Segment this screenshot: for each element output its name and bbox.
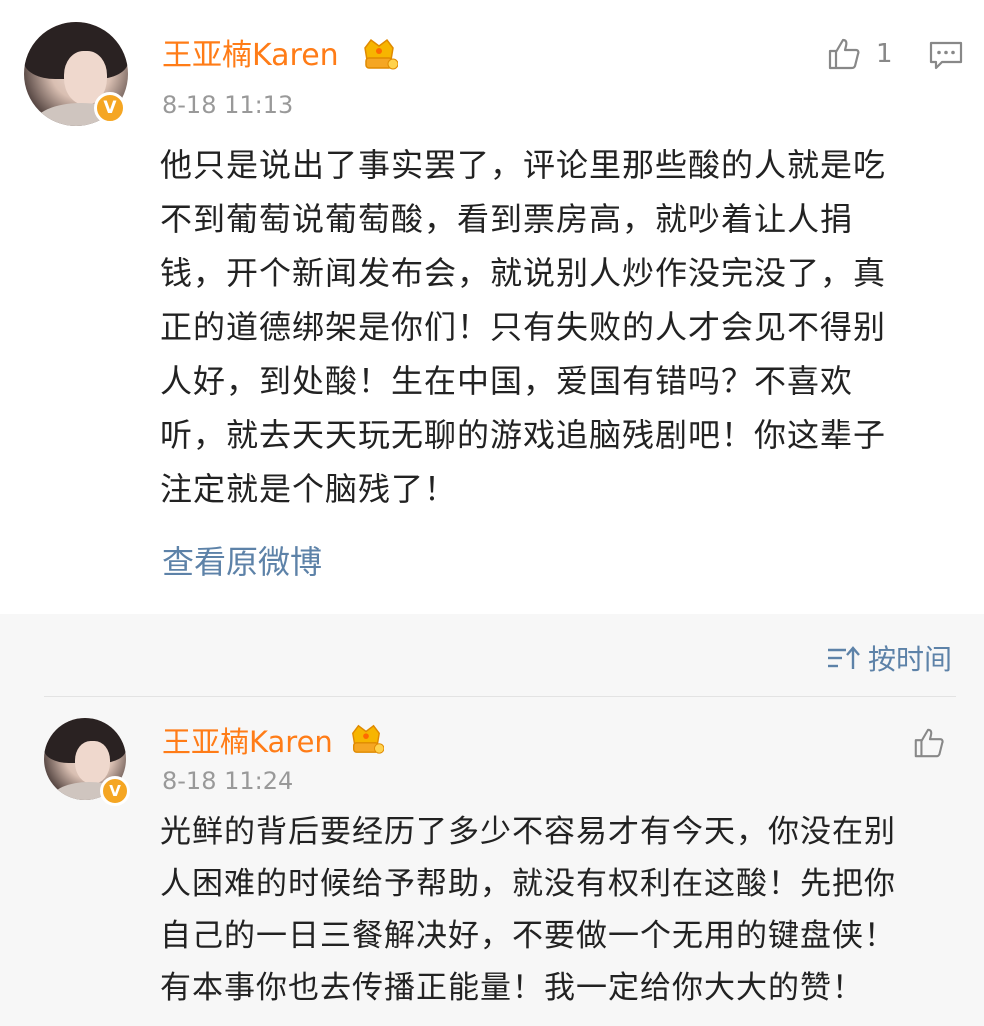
post-line: 不到葡萄说葡萄酸，看到票房高，就吵着让人捐 bbox=[160, 200, 854, 238]
post-line: 他只是说出了事实罢了，评论里那些酸的人就是吃 bbox=[160, 146, 887, 184]
crown-badge-icon bbox=[364, 38, 398, 70]
main-post: V 王亚楠Karen 8-18 11:13 1 他只是说出了事实罢了，评论里那些… bbox=[0, 0, 984, 614]
thumbs-up-icon bbox=[828, 38, 860, 70]
post-line: 正的道德绑架是你们！只有失败的人才会见不得别 bbox=[160, 308, 887, 346]
reply-line: 自己的一日三餐解决好，不要做一个无用的键盘侠！ bbox=[160, 918, 896, 954]
comments-divider bbox=[44, 696, 956, 697]
post-line: 钱，开个新闻发布会，就说别人炒作没完没了，真 bbox=[160, 254, 887, 292]
reply-author-name[interactable]: 王亚楠Karen bbox=[162, 724, 333, 760]
like-count: 1 bbox=[876, 39, 893, 69]
reply-line: 有本事你也去传播正能量！我一定给你大大的赞！ bbox=[160, 970, 864, 1006]
author-name[interactable]: 王亚楠Karen bbox=[162, 38, 339, 74]
reply-timestamp: 8-18 11:24 bbox=[162, 767, 294, 795]
crown-badge-icon bbox=[352, 724, 384, 754]
verified-v-icon: V bbox=[100, 776, 130, 806]
comment-icon[interactable] bbox=[928, 40, 964, 72]
comments-section: 按时间 V 王亚楠Karen 8-18 11:24 光鲜的背后要经历了多少不容易… bbox=[0, 614, 984, 1026]
post-timestamp: 8-18 11:13 bbox=[162, 91, 294, 119]
post-line: 注定就是个脑残了！ bbox=[160, 470, 458, 508]
view-original-link[interactable]: 查看原微博 bbox=[162, 542, 322, 582]
verified-v-icon: V bbox=[94, 92, 126, 124]
reply-line: 光鲜的背后要经历了多少不容易才有今天，你没在别 bbox=[160, 814, 896, 850]
thumbs-up-icon[interactable] bbox=[912, 726, 946, 760]
like-button[interactable]: 1 bbox=[826, 36, 893, 72]
post-line: 听，就去天天玩无聊的游戏追脑残剧吧！你这辈子 bbox=[160, 416, 887, 454]
sort-icon bbox=[828, 646, 860, 669]
reply-content: 光鲜的背后要经历了多少不容易才有今天，你没在别 人困难的时候给予帮助，就没有权利… bbox=[160, 806, 960, 1014]
sort-label: 按时间 bbox=[868, 643, 953, 676]
post-content: 他只是说出了事实罢了，评论里那些酸的人就是吃 不到葡萄说葡萄酸，看到票房高，就吵… bbox=[160, 138, 960, 516]
sort-by-time-button[interactable]: 按时间 bbox=[826, 638, 952, 678]
reply-line: 人困难的时候给予帮助，就没有权利在这酸！先把你 bbox=[160, 866, 896, 902]
post-line: 人好，到处酸！生在中国，爱国有错吗？不喜欢 bbox=[160, 362, 854, 400]
